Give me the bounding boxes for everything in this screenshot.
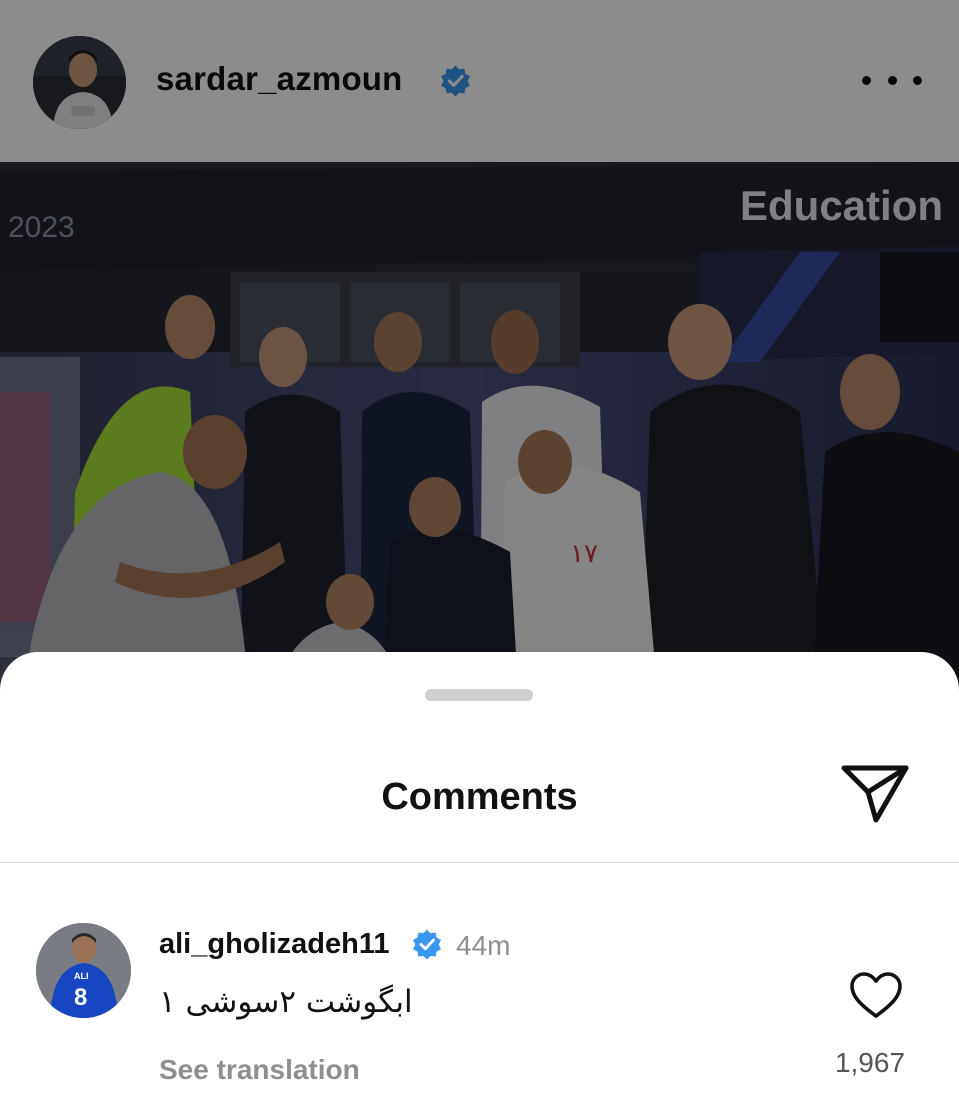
team-photo-illustration: 2023 Education ۱۷ <box>0 162 959 722</box>
commenter-username[interactable]: ali_gholizadeh11 <box>159 928 389 961</box>
instagram-post-screen: sardar_azmoun 2023 Education ۱۷ Comments… <box>0 0 959 1105</box>
photo-banner-text: Education <box>740 182 943 229</box>
jersey-number: ۱۷ <box>570 538 598 568</box>
post-photo[interactable]: 2023 Education ۱۷ <box>0 162 959 722</box>
author-avatar[interactable] <box>33 36 126 129</box>
dot <box>887 75 897 85</box>
comment-like-count: 1,967 <box>834 1047 906 1078</box>
sheet-drag-handle[interactable] <box>425 689 533 701</box>
comment-text: ابگوشت ۲سوشی ۱ <box>159 984 413 1020</box>
jersey-name: ALI <box>74 971 89 981</box>
dot <box>913 75 922 85</box>
sheet-divider <box>0 862 959 863</box>
verified-badge-icon <box>413 929 441 960</box>
commenter-avatar[interactable]: ALI 8 <box>36 923 131 1018</box>
see-translation-link[interactable]: See translation <box>159 1054 360 1086</box>
sheet-title: Comments <box>381 776 578 818</box>
commenter-avatar-image: ALI 8 <box>36 923 131 1018</box>
paper-plane-icon[interactable] <box>838 762 912 826</box>
jersey-number: 8 <box>74 984 87 1011</box>
post-header: sardar_azmoun <box>0 0 959 162</box>
verified-badge-icon <box>441 65 470 97</box>
author-avatar-image <box>33 36 126 129</box>
author-username[interactable]: sardar_azmoun <box>156 60 403 98</box>
dot <box>862 75 871 85</box>
comment-item: ALI 8 ali_gholizadeh11 44m ابگوشت ۲سوشی … <box>0 864 959 1105</box>
heart-outline-icon[interactable] <box>848 970 904 1022</box>
photo-year-text: 2023 <box>8 211 75 244</box>
comments-sheet: Comments ALI 8 ali_gholizadeh11 44m ابگو… <box>0 652 959 1105</box>
more-options-icon[interactable] <box>862 62 922 98</box>
comment-timestamp: 44m <box>456 930 511 961</box>
